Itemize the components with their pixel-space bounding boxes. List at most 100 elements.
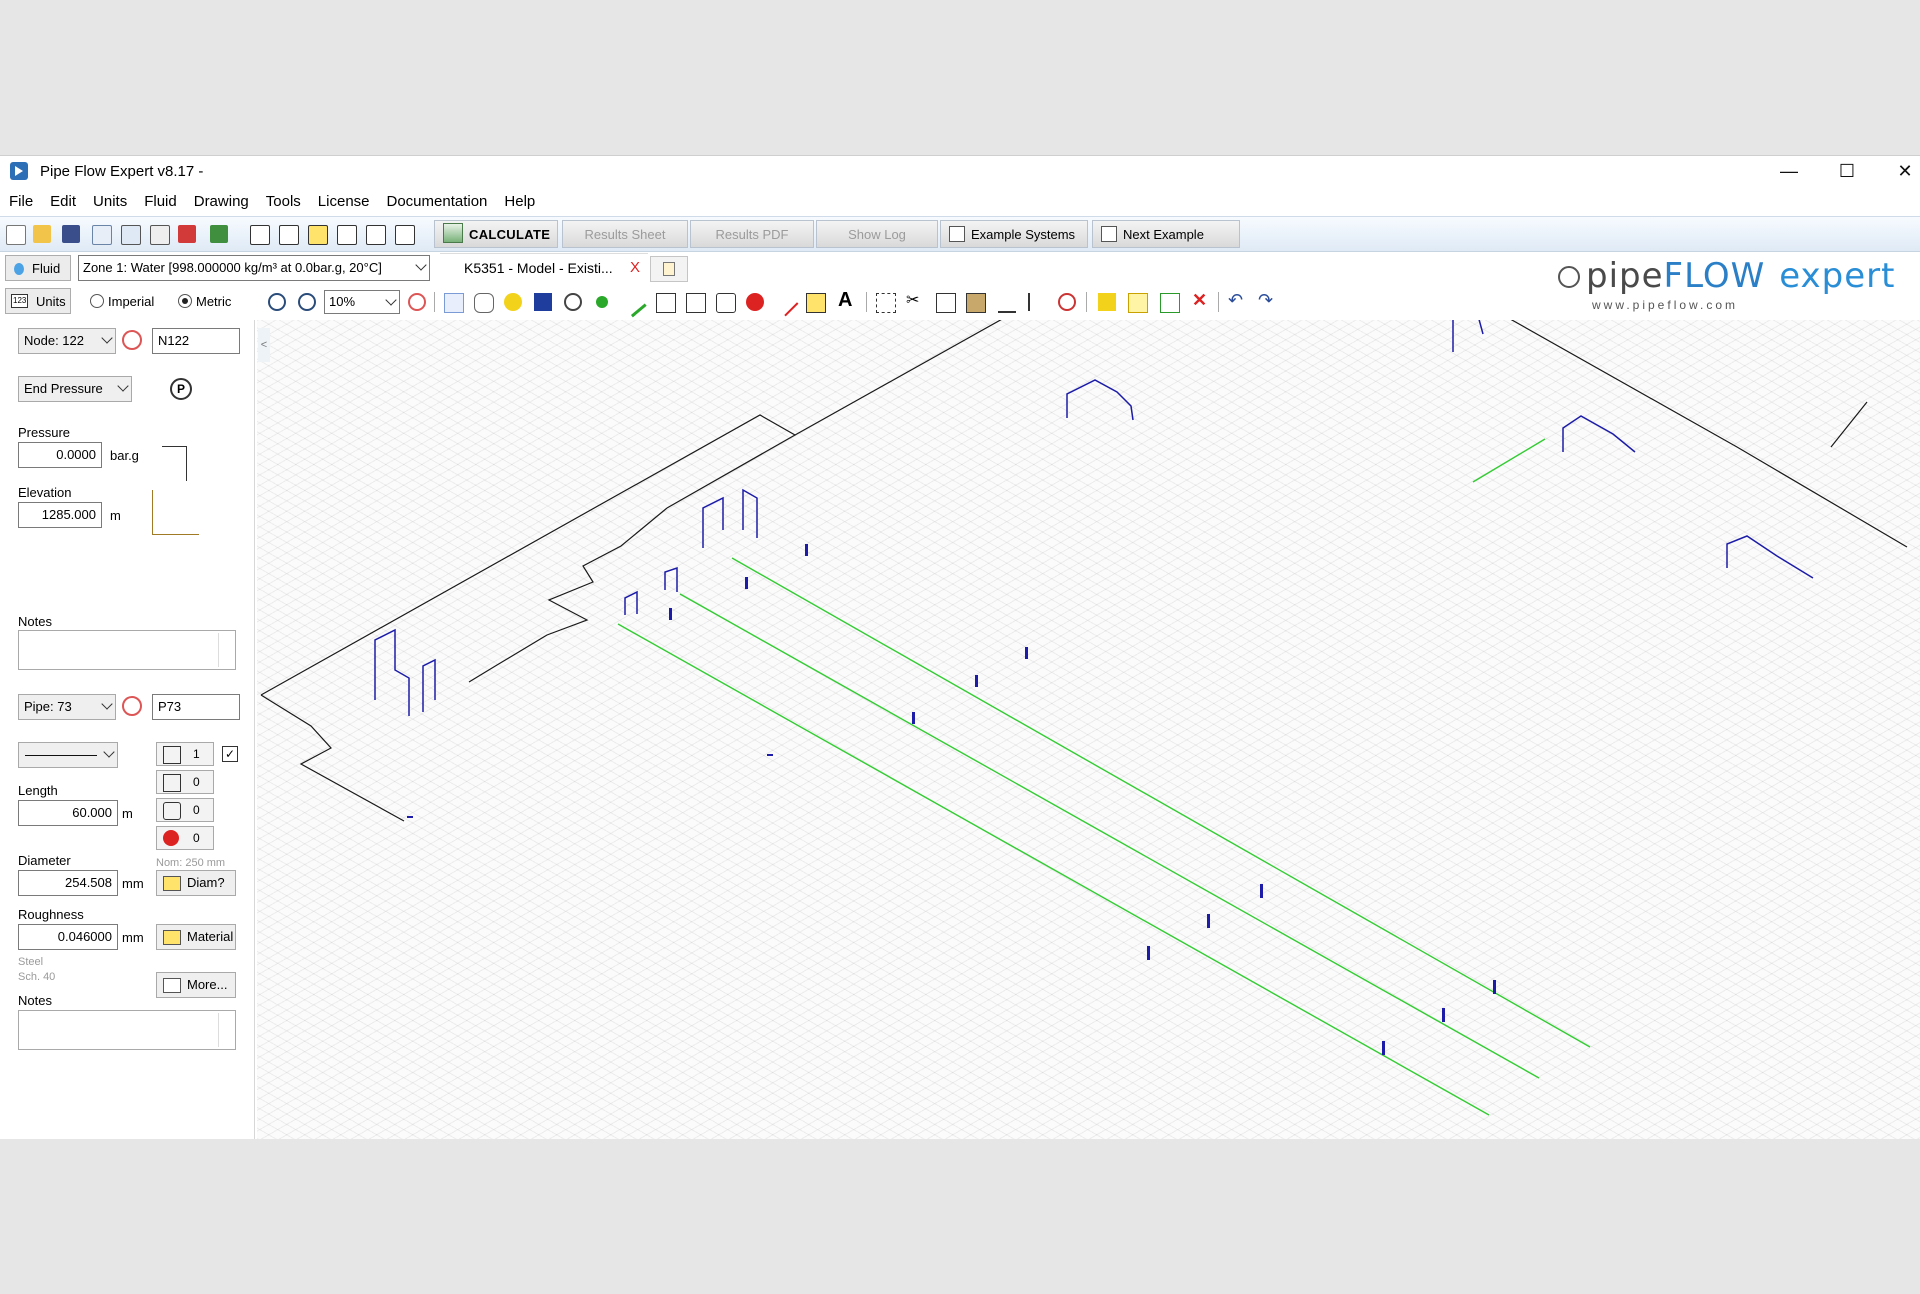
results-pdf-button[interactable]: Results PDF [690, 220, 814, 248]
menu-tools[interactable]: Tools [257, 191, 309, 213]
node-notes-input[interactable] [18, 630, 236, 670]
edit-icon[interactable] [279, 225, 299, 245]
control-valve-count-button[interactable]: 0 [156, 798, 214, 822]
elevation-input[interactable]: 1285.000 [18, 502, 102, 528]
units-button[interactable]: Units [5, 288, 71, 314]
maximize-button[interactable]: ☐ [1824, 156, 1870, 186]
select-area-icon[interactable] [876, 293, 896, 313]
menu-documentation[interactable]: Documentation [378, 191, 496, 213]
length-input[interactable]: 60.000 [18, 800, 118, 826]
cut-icon[interactable]: ✂ [906, 290, 924, 309]
zoom-fit-icon[interactable] [408, 293, 426, 311]
pipe-notes-input[interactable] [18, 1010, 236, 1050]
tank-icon[interactable] [534, 293, 552, 311]
label-icon[interactable] [337, 225, 357, 245]
pdf-icon[interactable] [178, 225, 196, 243]
print-icon[interactable] [150, 225, 170, 245]
text-icon[interactable]: A [838, 289, 856, 311]
paste-icon[interactable] [966, 293, 986, 313]
distribute-icon[interactable] [1160, 293, 1180, 313]
image-icon[interactable] [210, 225, 228, 243]
menu-help[interactable]: Help [495, 191, 543, 213]
close-tab-icon[interactable]: X [630, 254, 640, 282]
delete-icon[interactable]: ✕ [1192, 290, 1210, 310]
show-log-button[interactable]: Show Log [816, 220, 938, 248]
select-icon[interactable] [444, 293, 464, 313]
copy-icon[interactable] [936, 293, 956, 313]
pipe-select[interactable]: Pipe: 73 [18, 694, 116, 720]
pump-count-button[interactable]: 0 [156, 826, 214, 850]
locate-pipe-icon[interactable] [122, 696, 142, 716]
node-marker [1025, 647, 1028, 659]
fittings-checkbox[interactable]: ✓ [222, 746, 238, 762]
zoom-select[interactable]: 10% [324, 290, 400, 314]
metric-radio[interactable]: Metric [178, 294, 231, 309]
pipe-data-icon[interactable] [308, 225, 328, 245]
flip-h-icon[interactable] [998, 293, 1016, 313]
move-icon[interactable] [504, 293, 522, 311]
iso-icon[interactable] [250, 225, 270, 245]
material-button[interactable]: Material [156, 924, 236, 950]
more-button[interactable]: More... [156, 972, 236, 998]
node-select[interactable]: Node: 122 [18, 328, 116, 354]
calc-icon[interactable] [395, 225, 415, 245]
collapse-panel-button[interactable]: < [258, 328, 270, 362]
riser-group [742, 488, 758, 538]
pipe-icon[interactable] [619, 289, 647, 318]
line-style-select[interactable] [18, 742, 118, 768]
component-icon[interactable] [686, 293, 706, 313]
minimize-button[interactable]: — [1766, 156, 1812, 186]
close-window-button[interactable]: ✕ [1882, 156, 1920, 186]
pressure-icon[interactable] [564, 293, 582, 311]
fluid-zone-select[interactable]: Zone 1: Water [998.000000 kg/m³ at 0.0ba… [78, 255, 430, 281]
window-title: Pipe Flow Expert v8.17 - [40, 163, 204, 180]
diameter-input[interactable]: 254.508 [18, 870, 118, 896]
undo-icon[interactable]: ↶ [1228, 290, 1246, 310]
email-icon[interactable] [92, 225, 112, 245]
imperial-radio[interactable]: Imperial [90, 294, 154, 309]
open-icon[interactable] [33, 225, 51, 243]
flip-v-icon[interactable] [1028, 293, 1048, 311]
new-icon[interactable] [6, 225, 26, 245]
save-icon[interactable] [62, 225, 80, 243]
new-tab-button[interactable] [650, 256, 688, 282]
valve-icon[interactable] [806, 293, 826, 313]
calculate-button[interactable]: CALCULATE [434, 220, 558, 248]
node-type-select[interactable]: End Pressure [18, 376, 132, 402]
pipe-name-input[interactable]: P73 [152, 694, 240, 720]
menu-fluid[interactable]: Fluid [135, 191, 185, 213]
menu-edit[interactable]: Edit [41, 191, 84, 213]
align-icon[interactable] [1128, 293, 1148, 313]
import-icon[interactable] [1098, 293, 1116, 311]
pump-icon[interactable] [746, 293, 764, 311]
drawing-canvas[interactable] [257, 320, 1920, 1139]
menu-drawing[interactable]: Drawing [185, 191, 257, 213]
next-example-button[interactable]: Next Example [1092, 220, 1240, 248]
line-icon[interactable] [771, 289, 799, 317]
fluid-button[interactable]: Fluid [5, 255, 71, 281]
menu-license[interactable]: License [309, 191, 378, 213]
menu-units[interactable]: Units [84, 191, 135, 213]
zoom-in-icon[interactable] [298, 293, 316, 311]
fittings-count-button[interactable]: 1 [156, 742, 214, 766]
component-count-button[interactable]: 0 [156, 770, 214, 794]
numbers-icon[interactable] [366, 225, 386, 245]
node-name-input[interactable]: N122 [152, 328, 240, 354]
node-icon[interactable] [596, 296, 608, 308]
tab-model[interactable]: K5351 - Model - Existi... X [440, 253, 648, 283]
pan-icon[interactable] [474, 293, 494, 313]
print-preview-icon[interactable] [121, 225, 141, 245]
diameter-button[interactable]: Diam? [156, 870, 236, 896]
locate-node-icon[interactable] [122, 330, 142, 350]
redo-icon[interactable]: ↷ [1258, 290, 1276, 310]
zoom-out-icon[interactable] [268, 293, 286, 311]
menu-file[interactable]: File [0, 191, 41, 213]
fitting-icon[interactable] [656, 293, 676, 313]
example-systems-button[interactable]: Example Systems [940, 220, 1088, 248]
results-sheet-button[interactable]: Results Sheet [562, 220, 688, 248]
material-button-label: Material [187, 929, 234, 944]
find-icon[interactable] [1058, 293, 1076, 311]
control-valve-icon[interactable] [716, 293, 736, 313]
pressure-input[interactable]: 0.0000 [18, 442, 102, 468]
roughness-input[interactable]: 0.046000 [18, 924, 118, 950]
